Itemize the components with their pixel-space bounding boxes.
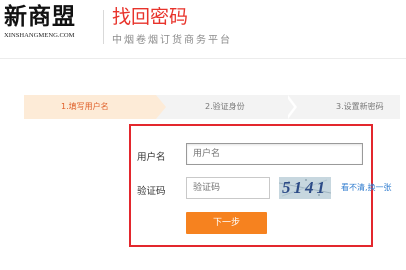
page-subtitle: 中烟卷烟订货商务平台: [112, 35, 232, 46]
captcha-image[interactable]: 5141: [279, 177, 331, 199]
logo-domain: XINSHANGMENG.COM: [4, 32, 75, 39]
next-step-button[interactable]: 下一步: [186, 212, 267, 234]
captcha-text: 5141: [282, 178, 328, 197]
username-label: 用户名: [137, 152, 166, 163]
refresh-captcha-link[interactable]: 看不清,换一张: [341, 182, 392, 193]
header-divider: [103, 10, 104, 44]
captcha-input[interactable]: [186, 177, 270, 199]
username-input[interactable]: [186, 143, 363, 165]
refresh-link-part-a: 看不清,: [341, 183, 368, 192]
step-active-arrow: [156, 95, 166, 119]
progress-steps: 1.填写用户名 2.验证身份 3.设置新密码: [24, 95, 400, 119]
step-separator-inner: [285, 95, 294, 119]
logo-text: 新商盟: [4, 3, 76, 30]
step-3-label: 3.设置新密码: [336, 102, 384, 111]
site-logo[interactable]: 新商盟 XINSHANGMENG.COM: [4, 3, 94, 40]
step-2-label: 2.验证身份: [205, 102, 245, 111]
page-title: 找回密码: [112, 6, 189, 28]
refresh-link-part-b: 换一张: [367, 183, 392, 192]
page-header: 新商盟 XINSHANGMENG.COM 找回密码 中烟卷烟订货商务平台: [0, 0, 406, 59]
step-1-label: 1.填写用户名: [61, 102, 109, 111]
captcha-label: 验证码: [137, 186, 166, 197]
